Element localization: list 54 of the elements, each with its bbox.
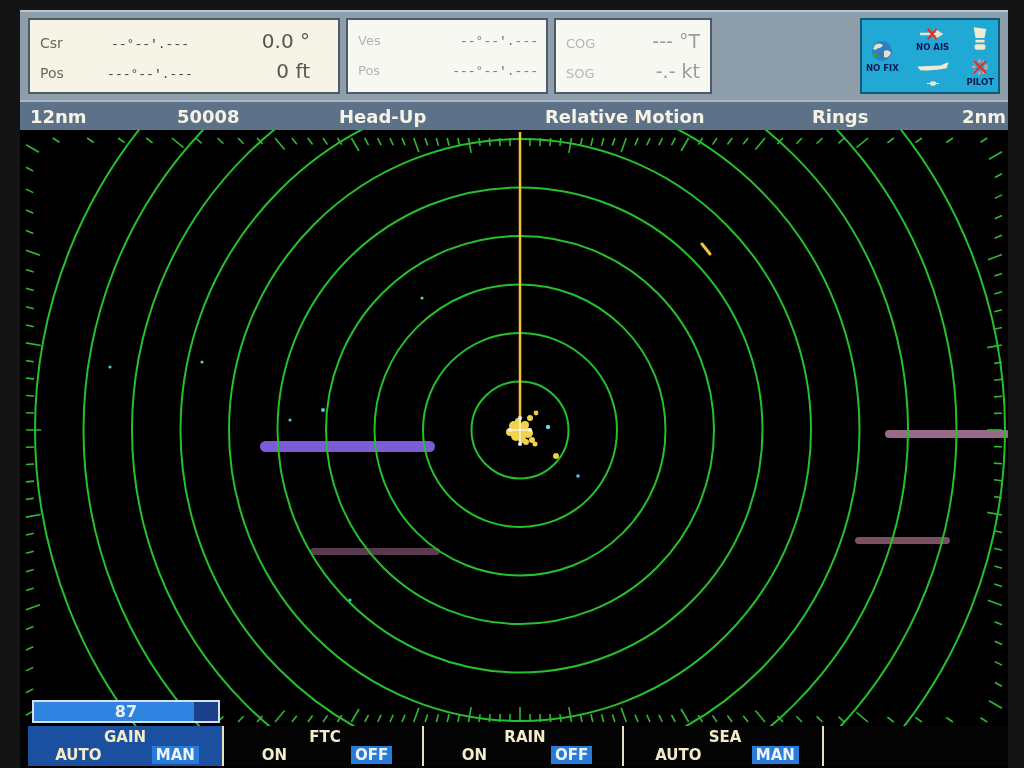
ship-marker-icon — [508, 416, 532, 446]
status-label: PILOT — [966, 76, 994, 87]
control-panel[interactable]: RAIN ON OFF — [428, 726, 624, 766]
echo-dot — [545, 424, 551, 430]
boat-icon — [915, 60, 950, 72]
option-button[interactable]: AUTO — [51, 746, 106, 764]
control-label: GAIN — [103, 728, 147, 746]
position-readout: ---°--'.--- — [452, 64, 538, 79]
readout-label: COG — [566, 36, 597, 51]
status-text: 2nm — [962, 105, 1007, 127]
status-text: 50008 — [177, 105, 241, 127]
position-readout: --°--'.--- — [460, 34, 538, 49]
echo-dot — [288, 418, 292, 422]
option-button[interactable]: ON — [257, 746, 292, 764]
control-panel[interactable]: GAIN AUTO MAN — [28, 726, 224, 766]
status-text: Rings — [812, 105, 870, 127]
control-panel[interactable]: SEA AUTO MAN — [628, 726, 824, 766]
control-label: SEA — [708, 728, 742, 746]
status-label: NO AIS — [916, 41, 950, 52]
option-button[interactable]: ON — [457, 746, 492, 764]
readout-value: 0 ft — [275, 59, 310, 83]
option-button[interactable]: AUTO — [651, 746, 706, 764]
gain-reading: 87 — [114, 702, 138, 721]
echo-streak — [700, 242, 712, 256]
readout-label: Pos — [40, 65, 65, 81]
readout-value: --- °T — [652, 30, 700, 52]
small-marker-icon — [926, 80, 939, 86]
readout-label: Ves — [358, 33, 382, 48]
readout-label: Csr — [40, 35, 64, 51]
option-button[interactable]: OFF — [550, 746, 593, 764]
status-text: 12nm — [30, 105, 88, 127]
echo-dot — [553, 453, 559, 459]
status-text: Relative Motion — [545, 105, 706, 127]
control-label: RAIN — [504, 728, 546, 746]
control-label: FTC — [309, 728, 341, 746]
echo-dot — [420, 296, 424, 300]
readout-label: SOG — [566, 66, 596, 81]
option-button[interactable]: OFF — [350, 746, 393, 764]
readout-value: 0.0 ° — [260, 29, 310, 53]
echo-dot — [576, 474, 580, 478]
position-readout: --°--'.--- — [111, 37, 189, 52]
option-button[interactable]: MAN — [151, 746, 199, 764]
readout-label: Pos — [358, 63, 382, 78]
echo-dot — [200, 360, 204, 364]
echo-dot — [533, 410, 539, 416]
option-button[interactable]: MAN — [751, 746, 799, 764]
position-readout: ---°--'.--- — [107, 67, 193, 82]
echo-dot — [348, 598, 352, 602]
echo-dot — [108, 365, 112, 369]
control-panel[interactable]: FTC ON OFF — [228, 726, 424, 766]
status-text: Head-Up — [339, 105, 428, 127]
status-label: NO FIX — [866, 62, 899, 73]
echo-dot — [321, 408, 325, 412]
readout-value: -.- kt — [655, 60, 700, 82]
